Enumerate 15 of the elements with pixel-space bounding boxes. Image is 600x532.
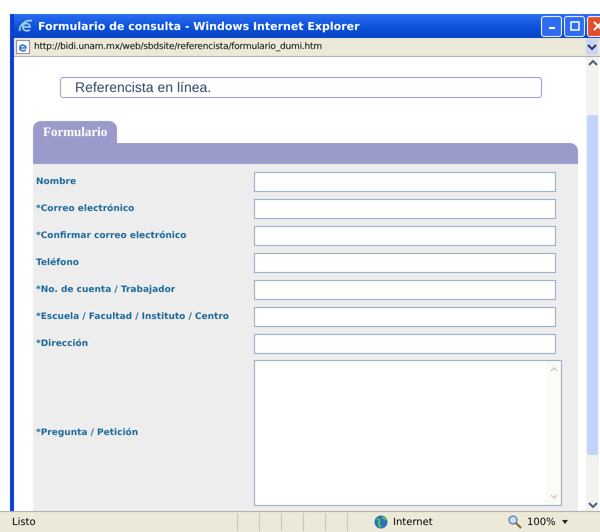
status-text: Listo <box>12 516 37 528</box>
field-label: Teléfono <box>35 258 80 268</box>
field-label: *Dirección <box>35 338 90 348</box>
field-label: *Escuela / Facultad / Instituto / Centro <box>35 312 230 322</box>
field-label: Nombre <box>35 176 78 186</box>
url-text: http://bidi.unam.mx/web/sbdsite/referencista/formulario_dumi.htm <box>34 42 322 52</box>
field-label: *Confirmar correo electrónico <box>35 230 188 240</box>
field-label: *No. de cuenta / Trabajador <box>35 284 176 294</box>
address-bar[interactable]: http://bidi.unam.mx/web/sbdsite/referencista/formulario_dumi.htm <box>14 38 600 57</box>
window-title: Formulario de consulta - Windows Internet Explorer <box>38 20 360 32</box>
zone-text: Internet <box>393 516 434 528</box>
zoom-level[interactable]: 100% <box>527 516 556 528</box>
heading-text: Referencista en línea. <box>75 79 212 95</box>
field-label: *Correo electrónico <box>35 204 136 214</box>
field-label: *Pregunta / Petición <box>35 428 140 438</box>
